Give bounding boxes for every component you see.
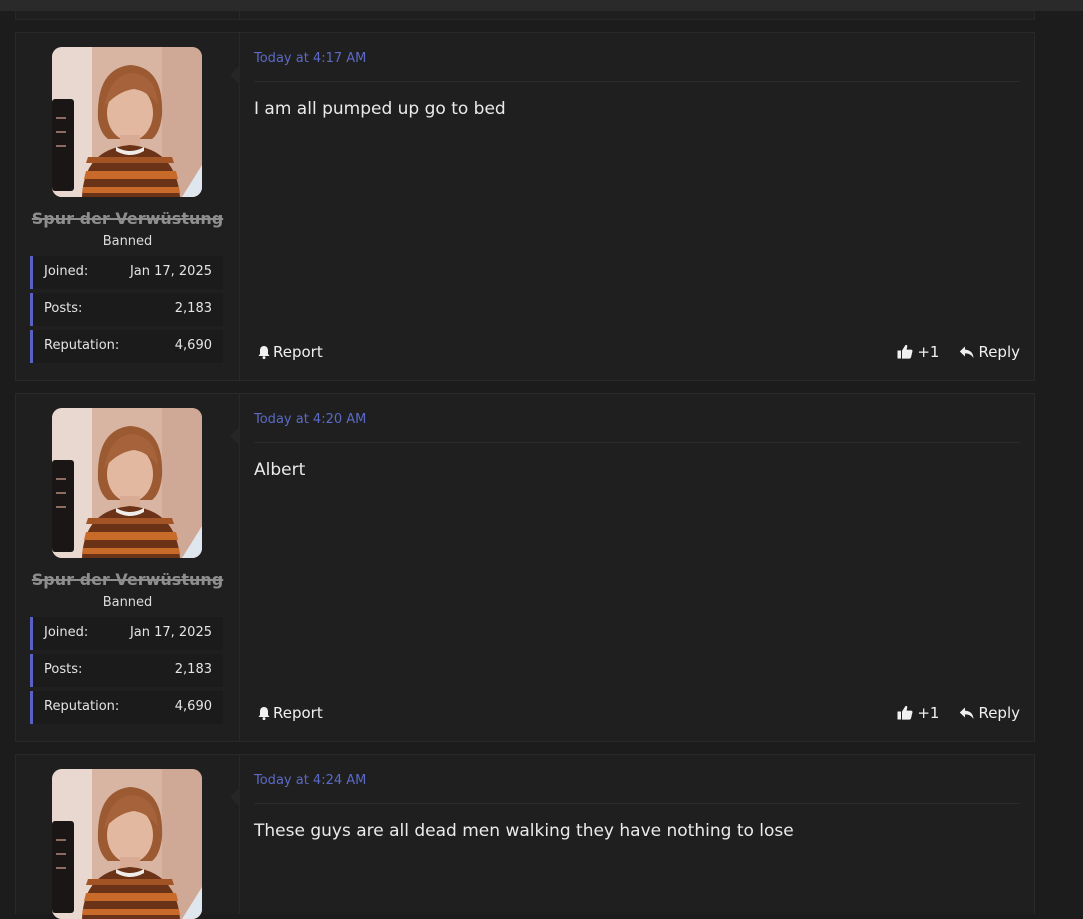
like-button[interactable]: +1 <box>897 704 939 722</box>
post: Spur der Verwüstung Banned Joined: Jan 1… <box>15 32 1035 381</box>
message-body: These guys are all dead men walking they… <box>254 821 794 841</box>
user-title: Banned <box>102 595 153 610</box>
stat-label: Posts: <box>44 301 83 316</box>
divider <box>254 803 1020 804</box>
divider <box>254 442 1020 443</box>
message-body: Albert <box>254 460 306 480</box>
stat-label: Reputation: <box>44 338 120 353</box>
avatar[interactable] <box>52 408 202 558</box>
stat-label: Posts: <box>44 662 83 677</box>
thumbs-up-icon <box>897 344 913 360</box>
message-arrow <box>230 787 240 807</box>
message-panel: Today at 4:17 AM I am all pumped up go t… <box>230 33 1034 380</box>
avatar[interactable] <box>52 47 202 197</box>
like-button[interactable]: +1 <box>897 343 939 361</box>
reply-label: Reply <box>978 343 1020 361</box>
like-count: +1 <box>917 343 940 361</box>
reply-arrow-icon <box>959 706 975 720</box>
post-timestamp[interactable]: Today at 4:17 AM <box>254 51 366 66</box>
message-panel: Today at 4:20 AM Albert Report +1 Reply <box>230 394 1034 741</box>
report-button[interactable]: Report <box>257 704 323 722</box>
message-body: I am all pumped up go to bed <box>254 99 506 119</box>
stat-value: 2,183 <box>174 662 212 677</box>
stat-joined: Joined: Jan 17, 2025 <box>30 256 223 289</box>
bell-icon <box>257 345 271 360</box>
post: Today at 4:24 AM These guys are all dead… <box>15 754 1035 919</box>
stat-reputation: Reputation: 4,690 <box>30 330 223 363</box>
post-actions: +1 Reply <box>897 704 1020 722</box>
stat-value: Jan 17, 2025 <box>129 625 212 640</box>
post-timestamp[interactable]: Today at 4:20 AM <box>254 412 366 427</box>
stat-label: Reputation: <box>44 699 120 714</box>
stat-joined: Joined: Jan 17, 2025 <box>30 617 223 650</box>
avatar[interactable] <box>52 769 202 919</box>
stat-label: Joined: <box>44 625 89 640</box>
reply-label: Reply <box>978 704 1020 722</box>
previous-post-edge <box>15 11 1035 20</box>
post-timestamp[interactable]: Today at 4:24 AM <box>254 773 366 788</box>
user-info-panel: Spur der Verwüstung Banned Joined: Jan 1… <box>16 394 240 741</box>
reply-arrow-icon <box>959 345 975 359</box>
top-nav-bar <box>0 0 1083 11</box>
message-arrow <box>230 426 240 446</box>
stat-value: 2,183 <box>174 301 212 316</box>
reply-button[interactable]: Reply <box>959 343 1020 361</box>
stat-value: 4,690 <box>174 699 212 714</box>
divider <box>254 81 1020 82</box>
bell-icon <box>257 706 271 721</box>
report-label: Report <box>273 704 323 722</box>
post: Spur der Verwüstung Banned Joined: Jan 1… <box>15 393 1035 742</box>
user-info-panel: Spur der Verwüstung Banned Joined: Jan 1… <box>16 33 240 380</box>
user-info-panel <box>16 755 240 919</box>
reply-button[interactable]: Reply <box>959 704 1020 722</box>
report-label: Report <box>273 343 323 361</box>
stat-reputation: Reputation: 4,690 <box>30 691 223 724</box>
post-actions: +1 Reply <box>897 343 1020 361</box>
username[interactable]: Spur der Verwüstung <box>16 209 239 228</box>
stat-label: Joined: <box>44 264 89 279</box>
stat-posts: Posts: 2,183 <box>30 293 223 326</box>
message-arrow <box>230 65 240 85</box>
username[interactable]: Spur der Verwüstung <box>16 570 239 589</box>
like-count: +1 <box>917 704 940 722</box>
stat-posts: Posts: 2,183 <box>30 654 223 687</box>
report-button[interactable]: Report <box>257 343 323 361</box>
stat-value: 4,690 <box>174 338 212 353</box>
thumbs-up-icon <box>897 705 913 721</box>
stat-value: Jan 17, 2025 <box>129 264 212 279</box>
message-panel: Today at 4:24 AM These guys are all dead… <box>230 755 1034 914</box>
user-title: Banned <box>102 234 153 249</box>
